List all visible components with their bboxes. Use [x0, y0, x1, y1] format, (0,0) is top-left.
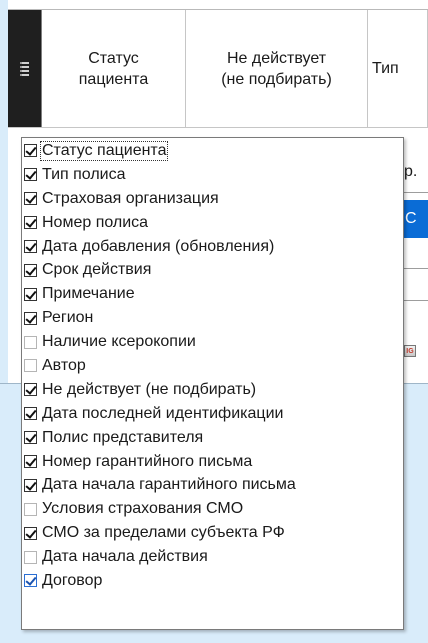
column-option-label: Договор: [42, 571, 103, 589]
column-option-label: Примечание: [42, 285, 135, 303]
column-option[interactable]: Дата начала действия: [22, 545, 403, 569]
column-list-icon: [20, 61, 29, 76]
checkbox-unchecked[interactable]: [24, 335, 37, 349]
checkbox-checked[interactable]: [24, 455, 37, 469]
column-option[interactable]: Наличие ксерокопии: [22, 330, 403, 354]
column-option[interactable]: Не действует (не подбирать): [22, 378, 403, 402]
selected-row-fragment[interactable]: С: [403, 200, 428, 238]
column-option-label: Полис представителя: [42, 428, 204, 446]
row-divider: [403, 192, 428, 193]
row-divider: [403, 268, 428, 269]
column-option[interactable]: СМО за пределами субъекта РФ: [22, 521, 403, 545]
column-option-label: Дата начала гарантийного письма: [42, 476, 296, 494]
column-header-patient-status[interactable]: Статус пациента: [42, 10, 186, 127]
column-option[interactable]: Дата начала гарантийного письма: [22, 473, 403, 497]
document-icon[interactable]: IG: [404, 345, 416, 357]
checkbox-checked[interactable]: [24, 192, 37, 206]
checkbox-checked[interactable]: [24, 263, 37, 277]
checkbox-checked[interactable]: [24, 574, 37, 588]
column-option[interactable]: Тип полиса: [22, 163, 403, 187]
column-option-label: Страховая организация: [42, 189, 219, 207]
checkbox-checked[interactable]: [24, 526, 37, 540]
checkbox-checked[interactable]: [24, 311, 37, 325]
checkbox-checked[interactable]: [24, 168, 37, 182]
column-option-label: Условия страхования СМО: [42, 500, 244, 518]
column-option[interactable]: Номер гарантийного письма: [22, 450, 403, 474]
column-option[interactable]: Статус пациента: [22, 139, 403, 163]
checkbox-checked[interactable]: [24, 383, 37, 397]
column-option-label: Не действует (не подбирать): [42, 380, 257, 398]
checkbox-checked[interactable]: [24, 407, 37, 421]
checkbox-checked[interactable]: [24, 240, 37, 253]
column-header-type[interactable]: Тип: [368, 10, 428, 127]
checkbox-checked[interactable]: [24, 287, 37, 301]
column-option-label: Статус пациента: [40, 140, 169, 161]
column-option[interactable]: Регион: [22, 306, 403, 330]
column-option-label: Дата начала действия: [42, 548, 208, 566]
column-option[interactable]: Автор: [22, 354, 403, 378]
column-option-label: Срок действия: [42, 261, 152, 279]
column-option-label: Дата последней идентификации: [42, 404, 284, 422]
column-option[interactable]: Страховая организация: [22, 187, 403, 211]
checkbox-unchecked[interactable]: [24, 359, 37, 373]
column-option-label: Регион: [42, 309, 94, 327]
column-header-inactive[interactable]: Не действует (не подбирать): [186, 10, 368, 127]
column-option[interactable]: Дата последней идентификации: [22, 402, 403, 426]
column-chooser-button[interactable]: [8, 10, 42, 127]
column-chooser-popup: Статус пациента Тип полиса Страховая орган…: [21, 137, 404, 630]
checkbox-checked[interactable]: [24, 478, 37, 492]
grid-cell-fragment: р.: [404, 163, 418, 180]
column-option-label: Номер полиса: [42, 213, 149, 231]
checkbox-checked[interactable]: [24, 144, 37, 158]
column-option[interactable]: Условия страхования СМО: [22, 497, 403, 521]
checkbox-unchecked[interactable]: [24, 550, 37, 564]
header-divider: [8, 127, 428, 128]
column-option-label: Номер гарантийного письма: [42, 452, 253, 470]
column-option[interactable]: Номер полиса: [22, 211, 403, 235]
row-divider: [403, 300, 428, 301]
column-option[interactable]: Договор: [22, 569, 403, 593]
column-option-label: СМО за пределами субъекта РФ: [42, 524, 285, 542]
column-option-label: Дата добавления (обновления): [42, 237, 275, 255]
column-option-label: Автор: [42, 356, 86, 374]
checkbox-checked[interactable]: [24, 431, 37, 445]
column-option[interactable]: Примечание: [22, 282, 403, 306]
column-option-label: Тип полиса: [42, 165, 126, 183]
column-option[interactable]: Срок действия: [22, 258, 403, 282]
checkbox-unchecked[interactable]: [24, 502, 37, 516]
checkbox-checked[interactable]: [24, 216, 37, 230]
column-option-label: Наличие ксерокопии: [42, 333, 196, 351]
column-option[interactable]: Дата добавления (обновления): [22, 235, 403, 259]
column-option[interactable]: Полис представителя: [22, 426, 403, 450]
